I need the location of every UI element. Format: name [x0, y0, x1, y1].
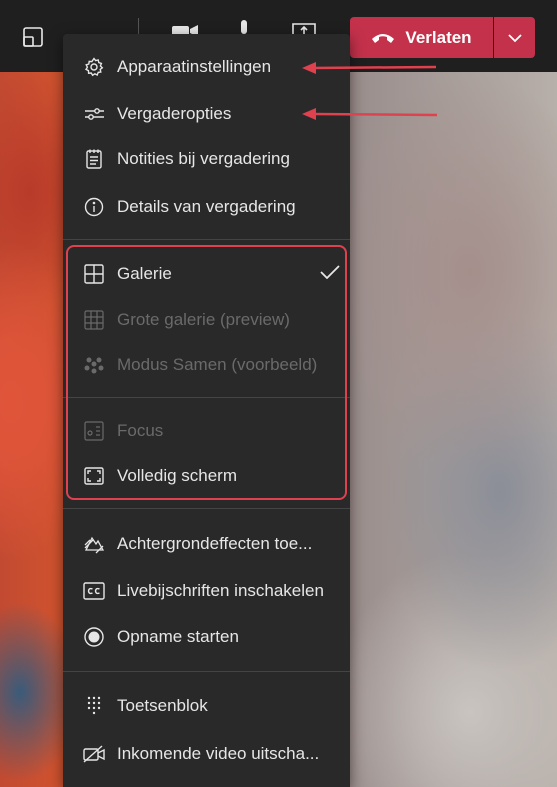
menu-item-together-mode: Modus Samen (voorbeeld) [63, 343, 350, 387]
menu-item-gallery[interactable]: Galerie [63, 252, 350, 296]
menu-item-device-settings[interactable]: Apparaatinstellingen [63, 45, 350, 89]
menu-item-label: Modus Samen (voorbeeld) [117, 355, 318, 374]
menu-item-meeting-notes[interactable]: Notities bij vergadering [63, 137, 350, 181]
menu-item-background-effects[interactable]: Achtergrondeffecten toe... [63, 522, 350, 566]
menu-item-start-recording[interactable]: Opname starten [63, 615, 350, 659]
together-mode-icon [83, 354, 105, 376]
gallery-icon [83, 263, 105, 285]
notes-icon [83, 148, 105, 170]
pop-out-icon[interactable] [22, 26, 44, 53]
menu-divider [63, 671, 350, 672]
menu-item-label: Volledig scherm [117, 466, 238, 485]
more-actions-menu: Apparaatinstellingen Vergaderopties Noti… [63, 34, 350, 787]
menu-item-focus: Focus [63, 409, 350, 453]
menu-item-label: Notities bij vergadering [117, 149, 290, 168]
checkmark-icon [320, 264, 340, 284]
menu-item-label: Grote galerie (preview) [117, 310, 290, 329]
menu-item-fullscreen[interactable]: Volledig scherm [63, 454, 350, 498]
menu-item-label: Vergaderopties [117, 104, 232, 123]
captions-icon [83, 580, 105, 602]
menu-item-meeting-details[interactable]: Details van vergadering [63, 185, 350, 229]
leave-options-button[interactable] [494, 17, 535, 58]
large-gallery-icon [83, 309, 105, 331]
record-icon [83, 626, 105, 648]
menu-divider [63, 508, 350, 509]
menu-item-label: Galerie [117, 264, 172, 283]
menu-item-keypad[interactable]: Toetsenblok [63, 684, 350, 728]
gear-icon [83, 56, 105, 78]
menu-item-label: Inkomende video uitscha... [117, 744, 320, 763]
menu-item-label: Focus [117, 421, 164, 440]
chevron-down-icon [507, 33, 522, 42]
focus-icon [83, 420, 105, 442]
video-off-icon [83, 743, 105, 765]
menu-item-incoming-video-off[interactable]: Inkomende video uitscha... [63, 732, 350, 776]
keypad-icon [83, 695, 105, 717]
menu-item-live-captions[interactable]: Livebijschriften inschakelen [63, 569, 350, 613]
background-effects-icon [83, 533, 105, 555]
menu-item-label: Achtergrondeffecten toe... [117, 534, 313, 553]
info-icon [83, 196, 105, 218]
fullscreen-icon [83, 465, 105, 487]
sliders-icon [83, 103, 105, 125]
leave-button[interactable]: Verlaten [350, 17, 493, 58]
menu-item-label: Livebijschriften inschakelen [117, 581, 324, 600]
menu-divider [63, 397, 350, 398]
menu-item-meeting-options[interactable]: Vergaderopties [63, 92, 350, 136]
menu-item-label: Apparaatinstellingen [117, 57, 272, 76]
menu-item-large-gallery: Grote galerie (preview) [63, 298, 350, 342]
leave-label: Verlaten [405, 27, 472, 47]
menu-item-label: Details van vergadering [117, 197, 296, 216]
menu-item-label: Toetsenblok [117, 696, 208, 715]
hang-up-icon [372, 33, 395, 43]
menu-divider [63, 239, 350, 240]
menu-item-label: Opname starten [117, 627, 239, 646]
